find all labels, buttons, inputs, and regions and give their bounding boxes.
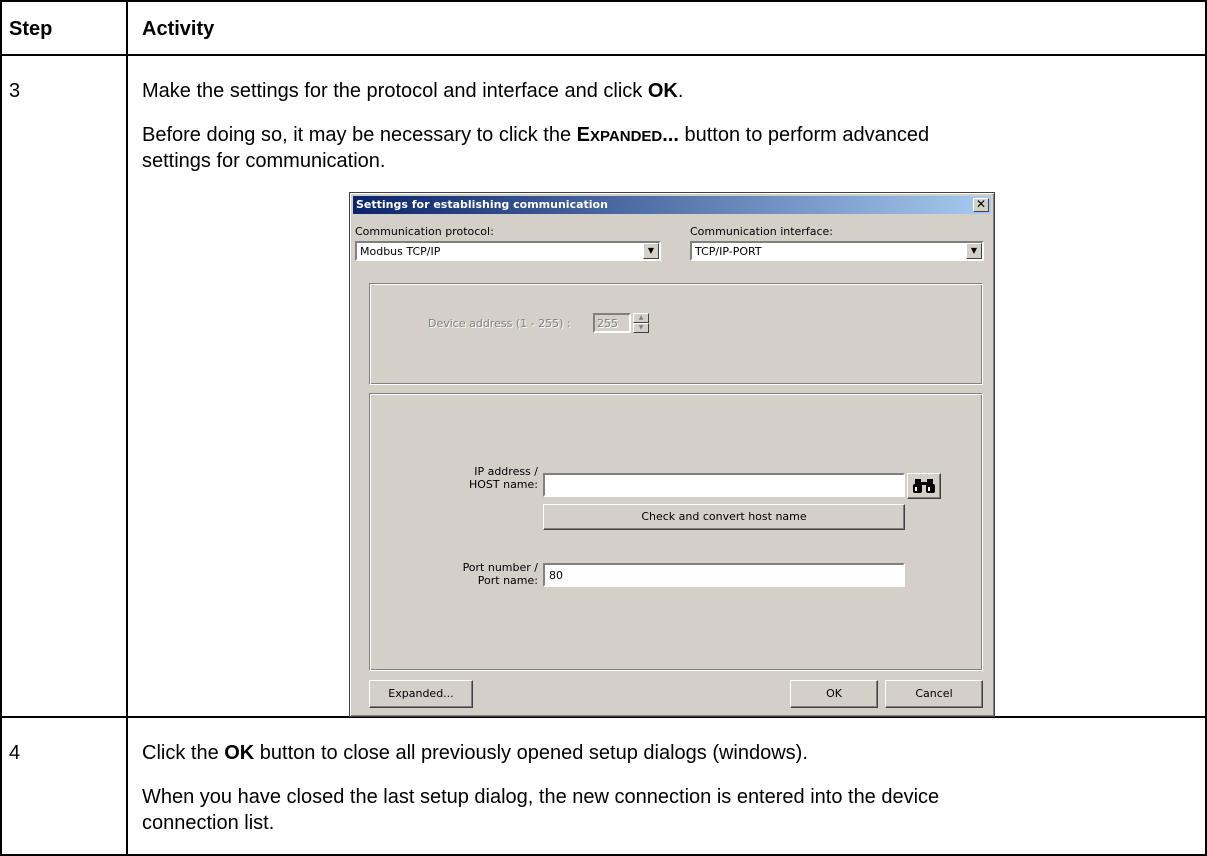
header-activity: Activity bbox=[142, 18, 215, 40]
chevron-down-icon[interactable]: ▼ bbox=[643, 243, 659, 259]
row-3-step: 3 bbox=[9, 80, 21, 102]
row-4-line-3: connection list. bbox=[142, 812, 275, 834]
protocol-label: Communication protocol: bbox=[355, 225, 494, 238]
row-3-line-2: Before doing so, it may be necessary to … bbox=[142, 124, 930, 146]
protocol-value: Modbus TCP/IP bbox=[360, 245, 441, 258]
column-divider bbox=[126, 0, 128, 856]
port-label-line-1: Port number / bbox=[462, 561, 538, 574]
device-address-stepper[interactable]: ▲ ▼ bbox=[633, 313, 649, 333]
device-address-group bbox=[369, 283, 983, 385]
spin-down-icon[interactable]: ▼ bbox=[633, 323, 649, 333]
row-3-line-3: settings for communication. bbox=[142, 150, 386, 172]
table-border-top bbox=[0, 0, 1207, 2]
port-label-line-2: Port name: bbox=[477, 574, 538, 587]
expanded-button[interactable]: Expanded... bbox=[369, 680, 473, 708]
spin-up-icon[interactable]: ▲ bbox=[633, 313, 649, 323]
table-border-left bbox=[0, 0, 2, 856]
protocol-select[interactable]: Modbus TCP/IP ▼ bbox=[355, 241, 661, 261]
row-4-line-2: When you have closed the last setup dial… bbox=[142, 786, 940, 808]
ip-label-line-1: IP address / bbox=[474, 465, 538, 478]
dialog-title: Settings for establishing communication bbox=[356, 198, 608, 211]
ip-address-input[interactable] bbox=[543, 473, 905, 497]
close-icon[interactable]: ✕ bbox=[973, 198, 989, 212]
device-address-label: Device address (1 - 255) : bbox=[428, 317, 571, 330]
interface-value: TCP/IP-PORT bbox=[695, 245, 762, 258]
row-4-line-1: Click the OK button to close all previou… bbox=[142, 742, 808, 764]
row-3-line-1: Make the settings for the protocol and i… bbox=[142, 80, 684, 102]
check-host-button[interactable]: Check and convert host name bbox=[543, 504, 905, 530]
connection-group bbox=[369, 393, 983, 671]
device-address-field[interactable]: 255 bbox=[593, 313, 631, 333]
header-divider bbox=[0, 54, 1207, 56]
cancel-button[interactable]: Cancel bbox=[885, 680, 983, 708]
ip-label-line-2: HOST name: bbox=[468, 478, 538, 491]
interface-select[interactable]: TCP/IP-PORT ▼ bbox=[690, 241, 984, 261]
header-step: Step bbox=[9, 18, 53, 40]
port-number-input[interactable]: 80 bbox=[543, 563, 905, 587]
communication-settings-dialog: Settings for establishing communication … bbox=[349, 192, 995, 717]
binoculars-icon[interactable] bbox=[907, 473, 941, 499]
ok-button[interactable]: OK bbox=[790, 680, 878, 708]
dialog-titlebar[interactable]: Settings for establishing communication … bbox=[353, 196, 991, 214]
row-4-step: 4 bbox=[9, 742, 21, 764]
chevron-down-icon[interactable]: ▼ bbox=[966, 243, 982, 259]
interface-label: Communication interface: bbox=[690, 225, 833, 238]
